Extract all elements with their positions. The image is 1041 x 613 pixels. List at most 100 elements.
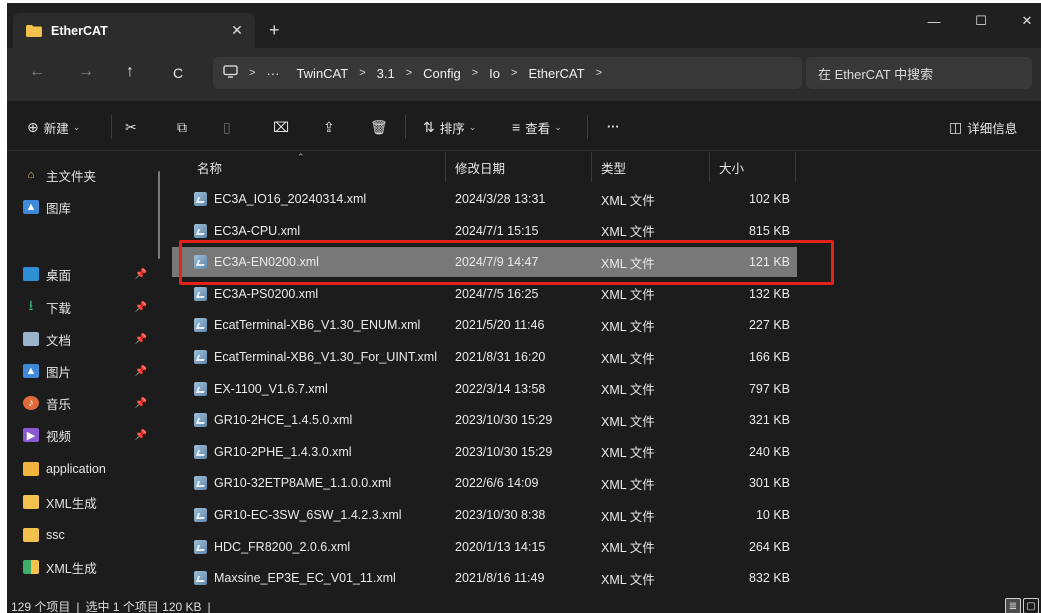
tiles-view-button[interactable]: ▢ <box>1023 598 1039 613</box>
file-size: 832 KB <box>748 571 790 586</box>
column-header-name[interactable]: 名称 <box>188 152 446 182</box>
up-button[interactable]: ↑ <box>126 64 134 80</box>
sidebar-item-label: application <box>46 462 106 476</box>
table-row[interactable]: EC3A-CPU.xml 2024/7/1 15:15 XML 文件 815 KB <box>172 216 797 246</box>
file-name: GR10-32ETP8AME_1.1.0.0.xml <box>214 476 392 491</box>
file-type: XML 文件 <box>601 256 655 271</box>
table-row[interactable]: EC3A-PS0200.xml 2024/7/5 16:25 XML 文件 132 K… <box>172 279 797 309</box>
maximize-button[interactable]: ☐ <box>959 9 1003 33</box>
sidebar-item-label: XML生成 <box>46 496 97 511</box>
file-name-cell: EX-1100_V1.6.7.xml <box>194 374 328 404</box>
sidebar-item-xml-gen[interactable]: XML生成 <box>7 487 157 517</box>
file-size: 797 KB <box>748 381 790 396</box>
file-name: GR10-EC-3SW_6SW_1.4.2.3.xml <box>214 508 402 522</box>
pictures-icon: ▲ <box>23 364 39 378</box>
table-row[interactable]: HDC_FR8200_2.0.6.xml 2020/1/13 14:15 XML 文… <box>172 532 797 562</box>
refresh-button[interactable]: C <box>173 65 183 81</box>
breadcrumb-3-1[interactable]: 3.1 <box>377 66 395 81</box>
file-date: 2023/10/30 15:29 <box>455 413 553 428</box>
file-name-cell: EC3A_IO16_20240314.xml <box>194 184 366 214</box>
file-size: 301 KB <box>748 476 790 491</box>
minimize-button[interactable]: — <box>912 9 956 33</box>
document-icon <box>23 332 39 346</box>
rename-button[interactable]: ⌧ <box>273 117 294 137</box>
file-name-cell: GR10-2PHE_1.4.3.0.xml <box>194 437 352 467</box>
status-divider: | <box>76 599 80 613</box>
sidebar-item-application[interactable]: application <box>7 454 157 484</box>
breadcrumb-twincat[interactable]: TwinCAT <box>296 66 348 81</box>
pin-icon: 📌 <box>134 397 147 409</box>
file-size: 264 KB <box>748 539 790 554</box>
share-icon: ⇪ <box>323 118 335 135</box>
sidebar-item-downloads[interactable]: ⭳ 下载 📌 <box>7 292 157 322</box>
column-header-size[interactable]: 大小 <box>710 152 796 182</box>
file-date: 2023/10/30 8:38 <box>455 508 546 522</box>
view-label: 查看 <box>525 121 551 136</box>
details-view-button[interactable]: ≣ <box>1005 598 1021 613</box>
file-explorer-window: EtherCAT ✕ + — ☐ ✕ ← → ↑ C > ··· TwinCAT… <box>7 3 1041 613</box>
column-header-type[interactable]: 类型 <box>592 152 710 182</box>
sidebar-item-music[interactable]: ♪ 音乐 📌 <box>7 388 157 418</box>
cut-button[interactable]: ✂ <box>125 117 142 137</box>
table-row[interactable]: GR10-32ETP8AME_1.1.0.0.xml 2022/6/6 14:09… <box>172 468 797 498</box>
sidebar-item-videos[interactable]: ▶ 视频 📌 <box>7 420 157 450</box>
new-button[interactable]: ⊕ 新建 ⌄ <box>27 117 80 137</box>
table-row[interactable]: Maxsine_EP3E_EC_V01_11.xml 2021/8/16 11:4… <box>172 563 797 593</box>
table-row[interactable]: EcatTerminal-XB6_V1.30_For_UINT.xml 2021/… <box>172 342 797 372</box>
status-divider: | <box>207 599 211 613</box>
delete-button[interactable]: 🗑 <box>370 117 393 137</box>
breadcrumb-ethercat[interactable]: EtherCAT <box>528 66 584 81</box>
sidebar-item-gallery[interactable]: ▲ 图库 <box>7 192 157 222</box>
details-pane-button[interactable]: ◫ 详细信息 <box>949 117 1017 137</box>
details-pane-icon: ◫ <box>949 118 963 135</box>
tab-title: EtherCAT <box>51 23 108 38</box>
file-date: 2022/6/6 14:09 <box>455 476 539 491</box>
sidebar-item-documents[interactable]: 文档 📌 <box>7 324 157 354</box>
tab-ethercat[interactable]: EtherCAT ✕ <box>13 13 255 48</box>
sort-button[interactable]: ⇅ 排序 ⌄ <box>423 117 476 137</box>
sidebar-item-xml-gen-2[interactable]: XML生成 <box>7 552 157 582</box>
back-button[interactable]: ← <box>29 64 45 80</box>
xml-file-icon <box>194 381 207 396</box>
search-input[interactable]: 在 EtherCAT 中搜索 <box>806 57 1032 89</box>
file-type: XML 文件 <box>601 193 655 208</box>
xml-file-icon <box>194 318 207 333</box>
file-name: GR10-2PHE_1.4.3.0.xml <box>214 444 352 459</box>
xml-file-icon <box>194 571 207 586</box>
new-tab-button[interactable]: + <box>269 21 280 39</box>
table-row[interactable]: GR10-2HCE_1.4.5.0.xml 2023/10/30 15:29 XML… <box>172 405 797 435</box>
breadcrumb-io[interactable]: Io <box>489 66 500 81</box>
copy-button[interactable]: ⧉ <box>177 117 192 137</box>
rename-icon: ⌧ <box>273 118 290 135</box>
table-row[interactable]: EcatTerminal-XB6_V1.30_ENUM.xml 2021/5/20… <box>172 310 797 340</box>
sidebar-item-pictures[interactable]: ▲ 图片 📌 <box>7 356 157 386</box>
file-size: 10 KB <box>755 508 790 522</box>
pin-icon: 📌 <box>134 268 147 280</box>
share-button[interactable]: ⇪ <box>323 117 340 137</box>
sidebar-item-desktop[interactable]: 桌面 📌 <box>7 259 157 289</box>
file-name: EC3A-EN0200.xml <box>214 255 319 270</box>
close-window-button[interactable]: ✕ <box>1005 9 1041 33</box>
breadcrumb-config[interactable]: Config <box>423 66 461 81</box>
breadcrumb-more-button[interactable]: ··· <box>266 66 279 81</box>
more-options-button[interactable]: ··· <box>607 117 620 137</box>
table-row[interactable]: EC3A-EN0200.xml 2024/7/9 14:47 XML 文件 121 K… <box>172 247 797 278</box>
address-bar[interactable]: > ··· TwinCAT > 3.1 > Config > Io > Ethe… <box>213 57 802 89</box>
paste-button[interactable]: ▯ <box>223 117 236 137</box>
column-header-date[interactable]: 修改日期 <box>446 152 592 182</box>
table-row[interactable]: EX-1100_V1.6.7.xml 2022/3/14 13:58 XML 文件 7… <box>172 374 797 404</box>
sidebar-item-label: 文档 <box>46 333 72 348</box>
sidebar-item-ssc[interactable]: ssc <box>7 520 157 550</box>
sidebar-item-home[interactable]: ⌂ 主文件夹 <box>7 160 157 190</box>
pin-icon: 📌 <box>134 301 147 313</box>
file-size: 121 KB <box>748 255 790 270</box>
file-name-cell: GR10-2HCE_1.4.5.0.xml <box>194 405 352 435</box>
forward-button[interactable]: → <box>78 64 94 80</box>
table-row[interactable]: GR10-2PHE_1.4.3.0.xml 2023/10/30 15:29 XML… <box>172 437 797 467</box>
sidebar-item-label: 图库 <box>46 201 72 216</box>
nav-scrollbar[interactable] <box>158 171 160 259</box>
table-row[interactable]: EC3A_IO16_20240314.xml 2024/3/28 13:31 XML… <box>172 184 797 214</box>
view-button[interactable]: ≡ 查看 ⌄ <box>512 117 562 137</box>
table-row[interactable]: GR10-EC-3SW_6SW_1.4.2.3.xml 2023/10/30 8:… <box>172 500 797 530</box>
tab-close-icon[interactable]: ✕ <box>227 20 247 40</box>
